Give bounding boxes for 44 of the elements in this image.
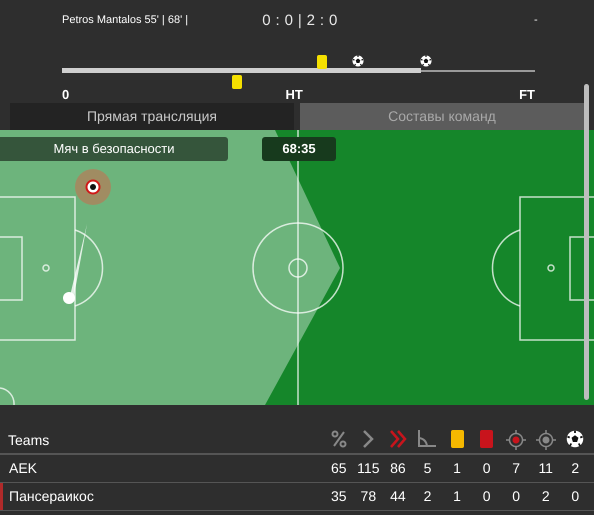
match-clock: 68:35 <box>262 137 336 161</box>
table-cell-text: 11 <box>537 459 554 478</box>
timeline-label: 0 <box>62 86 70 104</box>
table-cell-text: 2 <box>540 487 551 506</box>
table-cell-text: 7 <box>511 459 522 478</box>
table-cell-text: 0 <box>570 487 580 506</box>
ball-icon <box>352 55 364 67</box>
team-name: Пансераикос <box>8 487 95 506</box>
table-cell-text: 1 <box>452 459 462 478</box>
table-cell-text: 0 <box>482 459 492 478</box>
angle-icon <box>417 430 438 448</box>
ball-icon <box>566 430 584 448</box>
table-row[interactable]: AEK 65 115 86 5 1 0 7 11 2 <box>0 455 594 483</box>
table-cell-text: 1 <box>452 487 462 506</box>
column-header: Teams <box>7 430 50 450</box>
card-icon <box>317 55 328 69</box>
table-cell-text: 86 <box>389 459 407 478</box>
timeline-label: HT <box>286 86 303 104</box>
card-icon <box>232 75 242 89</box>
timeline-label: FT <box>519 86 535 104</box>
scorer-text: Petros Mantalos 55' | 68' | <box>62 13 188 28</box>
table-cell-text: 78 <box>360 487 378 506</box>
double-chevron-icon <box>388 430 407 448</box>
target-icon <box>506 430 526 450</box>
table-cell-text: 2 <box>422 487 432 506</box>
table-cell-text: 35 <box>330 487 348 506</box>
card-icon <box>450 430 464 448</box>
target-icon <box>536 430 556 450</box>
table-cell-text: 5 <box>422 459 432 478</box>
ball-icon <box>420 55 432 67</box>
tab[interactable]: Прямая трансляция <box>10 103 294 130</box>
score-text: 0 : 0 | 2 : 0 <box>261 11 339 31</box>
away-scorer-text: - <box>534 13 538 28</box>
chevron-icon <box>362 430 374 448</box>
table-cell-text: 0 <box>482 487 492 506</box>
table-cell-text: 2 <box>570 459 580 478</box>
team-name: AEK <box>8 459 38 478</box>
table-cell-text: 115 <box>356 459 380 478</box>
table-cell-text: 65 <box>330 459 348 478</box>
percent-icon <box>330 430 347 448</box>
table-cell-text: 0 <box>511 487 522 506</box>
status-banner: Мяч в безопасности <box>0 137 228 161</box>
table-cell-text: 44 <box>389 487 407 506</box>
card-icon <box>480 430 494 448</box>
